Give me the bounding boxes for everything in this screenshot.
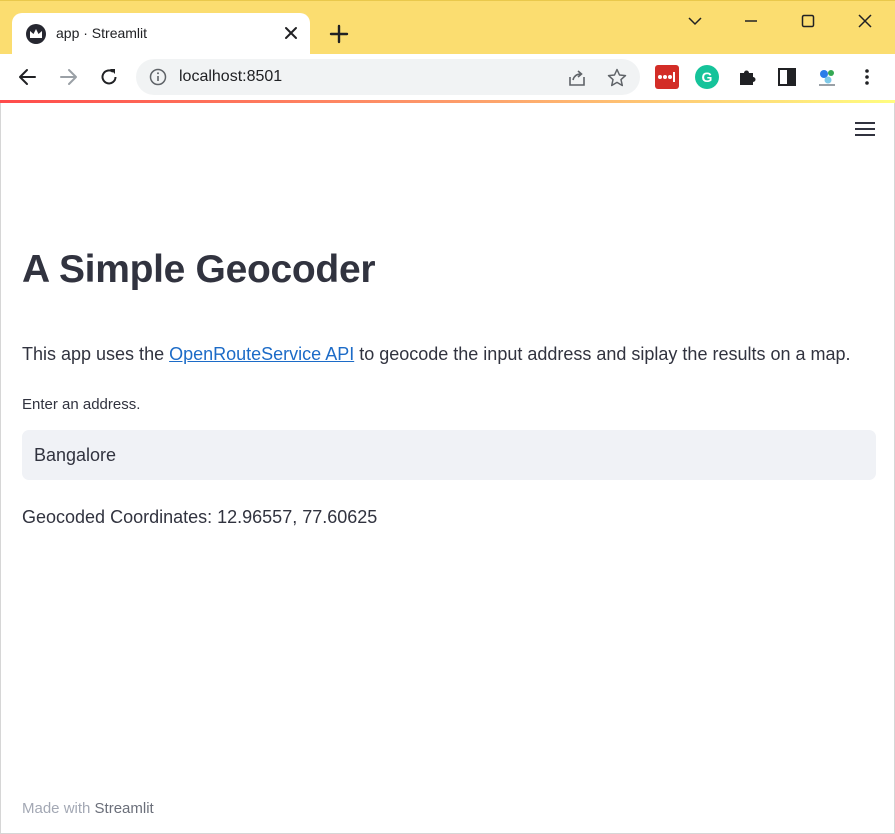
page-title: A Simple Geocoder xyxy=(22,248,376,291)
streamlit-app: A Simple Geocoder This app uses the Open… xyxy=(0,103,895,834)
intro-paragraph: This app uses the OpenRouteService API t… xyxy=(22,344,851,365)
geocoded-coordinates-text: Geocoded Coordinates: 12.96557, 77.60625 xyxy=(22,507,378,527)
footer-prefix: Made with xyxy=(22,800,95,817)
streamlit-crown-icon xyxy=(26,24,46,44)
bookmark-star-icon[interactable] xyxy=(606,67,628,89)
maximize-icon[interactable] xyxy=(794,9,822,33)
close-tab-icon[interactable] xyxy=(280,22,302,44)
address-bar[interactable]: localhost:8501 xyxy=(136,59,640,95)
grammarly-icon[interactable]: G xyxy=(695,65,719,89)
tab-title: app · Streamlit xyxy=(56,25,148,41)
more-vertical-icon[interactable] xyxy=(855,65,879,89)
address-input[interactable] xyxy=(22,430,876,480)
profile-icon[interactable] xyxy=(815,65,839,89)
new-tab-icon[interactable] xyxy=(326,21,352,47)
browser-titlebar: app · Streamlit xyxy=(0,0,895,55)
intro-text-before: This app uses the xyxy=(22,344,170,364)
lastpass-icon[interactable] xyxy=(655,65,679,89)
back-arrow-icon[interactable] xyxy=(15,64,41,90)
side-panel-icon[interactable] xyxy=(775,65,799,89)
reload-icon[interactable] xyxy=(96,64,122,90)
intro-text-after: to geocode the input address and siplay … xyxy=(354,344,851,364)
address-input-label: Enter an address. xyxy=(22,396,141,413)
hamburger-menu-icon[interactable] xyxy=(855,122,877,142)
browser-tab[interactable]: app · Streamlit xyxy=(12,13,310,55)
url-text[interactable]: localhost:8501 xyxy=(179,68,282,86)
streamlit-footer-link[interactable]: Streamlit xyxy=(95,800,154,817)
site-info-icon[interactable] xyxy=(149,68,167,86)
tab-search-chevron-icon[interactable] xyxy=(681,9,709,33)
forward-arrow-icon[interactable] xyxy=(55,64,81,90)
window-close-icon[interactable] xyxy=(851,9,879,33)
browser-toolbar: localhost:8501 G xyxy=(0,54,895,100)
openrouteservice-link[interactable]: OpenRouteService API xyxy=(169,344,354,364)
minimize-icon[interactable] xyxy=(737,9,765,33)
footer: Made with Streamlit xyxy=(22,800,154,817)
puzzle-icon[interactable] xyxy=(735,65,759,89)
share-icon[interactable] xyxy=(566,67,588,89)
